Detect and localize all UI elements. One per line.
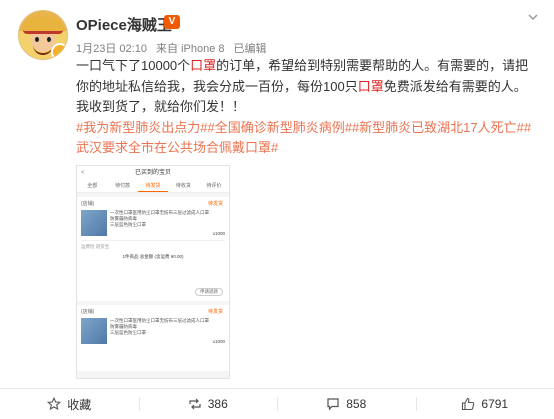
shop-name: (店铺) <box>81 201 95 207</box>
shot-tab-active: 待发货 <box>137 180 169 192</box>
keyword-highlight: 口罩 <box>190 58 217 73</box>
post-content: 一口气下了10000个口罩的订单，希望给到特别需要帮助的人。有需要的，请把你的地… <box>76 56 538 159</box>
order-status: 待发货 <box>207 201 223 207</box>
back-icon: < <box>81 170 85 176</box>
product-qty: x1000 <box>212 231 225 236</box>
hashtag-line: #我为新型肺炎出点力##全国确诊新型肺炎病例##新型肺炎已致湖北17人死亡##武… <box>76 118 538 159</box>
comment-count: 858 <box>346 397 367 411</box>
post-date[interactable]: 1月23日 02:10 <box>76 43 147 55</box>
username[interactable]: OPiece海贼王 <box>76 14 172 35</box>
hashtag-link[interactable]: #我为新型肺炎出点力# <box>76 120 207 135</box>
repost-icon <box>189 398 201 410</box>
shot-tab: 待付款 <box>115 183 131 189</box>
action-bar: 收藏 386 858 6791 <box>0 389 554 419</box>
shot-header: < 已买到的宝贝 <box>77 166 229 180</box>
order-total: 1件商品 总金额 (含运费 ¥0.00) <box>122 254 184 259</box>
product-title-text: 一次性口罩医用防尘口罩无纺布三层过滤成人口罩防雾霾防病毒 <box>110 318 209 329</box>
favorite-label: 收藏 <box>67 397 92 412</box>
star-icon <box>47 397 62 411</box>
avatar-mouth <box>33 45 53 55</box>
product-title: 一次性口罩医用防尘口罩无纺布三层过滤成人口罩防雾霾防病毒 三层蓝色防尘口罩 <box>110 210 213 236</box>
shot-tab: 全部 <box>87 183 98 189</box>
comment-button[interactable]: 858 <box>277 389 416 419</box>
hashtag-link[interactable]: #新型肺炎已致湖北17人死亡# <box>352 120 524 135</box>
order-card: (店铺) 待发货 一次性口罩医用防尘口罩无纺布三层过滤成人口罩防雾霾防病毒 三层蓝… <box>77 305 229 371</box>
like-count: 6791 <box>481 397 509 411</box>
order-card: (店铺) 待发货 一次性口罩医用防尘口罩无纺布三层过滤成人口罩防雾霾防病毒 三层蓝… <box>77 197 229 301</box>
vip-badge-icon[interactable]: V <box>164 15 180 29</box>
product-thumbnail <box>81 318 107 344</box>
keyword-highlight: 口罩 <box>357 78 384 94</box>
post-source: 来自 iPhone 8 <box>156 43 225 55</box>
shop-name: (店铺) <box>81 309 95 315</box>
product-qty: x1000 <box>212 339 225 344</box>
shot-tab: 待评价 <box>206 183 222 189</box>
like-button[interactable]: 6791 <box>415 389 554 419</box>
order-status: 待发货 <box>207 309 223 315</box>
chevron-down-icon[interactable] <box>526 10 540 24</box>
favorite-button[interactable]: 收藏 <box>0 389 139 419</box>
attached-image[interactable]: < 已买到的宝贝 全部 待付款 待发货 待收货 待评价 (店铺) 待发货 一次性… <box>76 165 230 379</box>
comment-icon <box>327 398 339 411</box>
thumbs-up-icon <box>462 397 475 411</box>
hashtag-link[interactable]: #全国确诊新型肺炎病例# <box>207 120 351 135</box>
repost-button[interactable]: 386 <box>138 389 278 419</box>
product-thumbnail <box>81 210 107 236</box>
product-row: 一次性口罩医用防尘口罩无纺布三层过滤成人口罩防雾霾防病毒 三层蓝色防尘口罩 x10… <box>81 210 225 236</box>
avatar-eye <box>35 37 39 42</box>
post-meta: 1月23日 02:10 来自 iPhone 8 已编辑 <box>76 40 273 56</box>
shot-title: 已买到的宝贝 <box>134 170 171 176</box>
avatar[interactable] <box>18 10 68 60</box>
post-text: 一口气下了10000个口罩的订单，希望给到特别需要帮助的人。有需要的，请把你的地… <box>76 56 538 118</box>
product-title: 一次性口罩医用防尘口罩无纺布三层过滤成人口罩防雾霾防病毒 三层蓝色防尘口罩 <box>110 318 213 344</box>
repost-count: 386 <box>207 397 228 411</box>
service-line: 运费险 退货宝 <box>81 240 225 250</box>
verified-badge-icon <box>51 43 67 59</box>
refund-button: 申请退款 <box>195 288 223 296</box>
product-row: 一次性口罩医用防尘口罩无纺布三层过滤成人口罩防雾霾防病毒 三层蓝色防尘口罩 x10… <box>81 318 225 344</box>
shot-tabs: 全部 待付款 待发货 待收货 待评价 <box>77 180 229 193</box>
product-title-text: 一次性口罩医用防尘口罩无纺布三层过滤成人口罩防雾霾防病毒 <box>110 210 209 221</box>
product-sub: 三层蓝色防尘口罩 <box>110 222 146 227</box>
shot-tab: 待收货 <box>175 183 191 189</box>
edited-label[interactable]: 已编辑 <box>234 43 267 55</box>
avatar-eye <box>47 37 51 42</box>
straw-hat-graphic <box>23 17 63 34</box>
text-segment: 一口气下了10000个 <box>76 58 191 73</box>
product-sub: 三层蓝色防尘口罩 <box>110 330 146 335</box>
